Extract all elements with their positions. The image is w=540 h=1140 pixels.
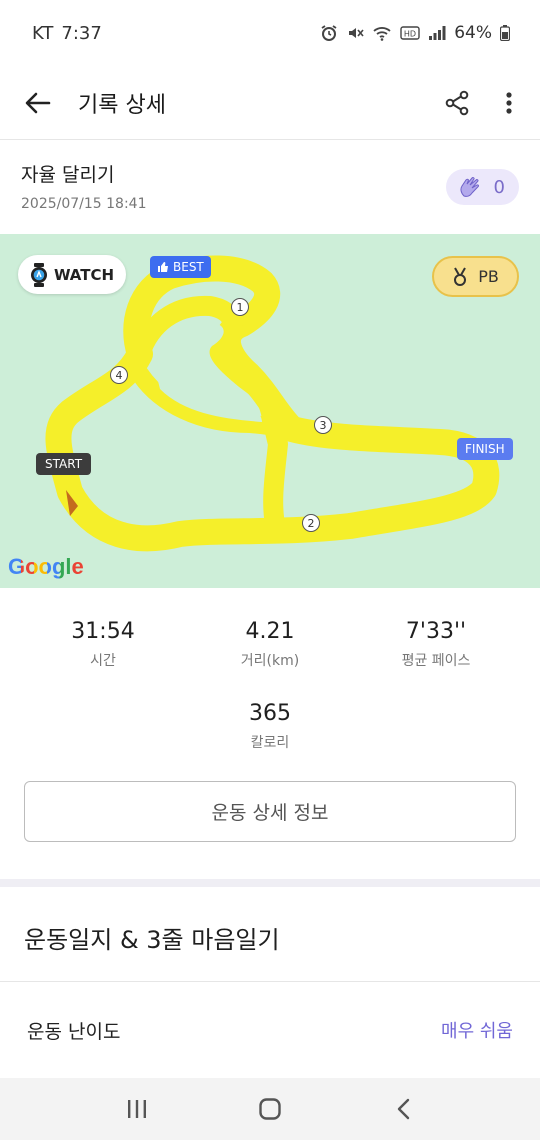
watch-label: WATCH [53,265,115,284]
start-tag: START [36,453,92,475]
distance-label: 거리(km) [240,653,300,669]
battery-percent: 64% [454,23,492,43]
share-button[interactable] [438,84,476,122]
journal-section-title: 운동일지 & 3줄 마음일기 [24,926,280,954]
clap-icon [460,177,479,197]
page-title: 기록 상세 [78,92,166,118]
finish-tag: FINISH [457,438,513,460]
google-attribution-text: Google [8,554,84,579]
pace-label: 평균 페이스 [401,653,471,669]
difficulty-value: 매우 쉬움 [441,1021,513,1042]
run-datetime: 2025/07/15 18:41 [21,196,147,212]
km-marker-1: 1 [231,298,249,316]
recent-apps-icon [127,1100,146,1118]
section-divider [0,879,540,887]
stats-panel: 31:54 시간 4.21 거리(km) 7'33'' 평균 페이스 365 칼… [0,588,540,780]
signal-icon [429,26,446,40]
time-value: 31:54 [71,619,135,644]
run-title: 자율 달리기 [21,164,115,186]
km-marker-3: 3 [314,416,332,434]
chevron-left-icon [398,1098,410,1120]
mute-icon [349,28,364,38]
pace-value: 7'33'' [405,619,467,644]
arrow-left-icon [25,92,51,113]
clap-count: 0 [493,176,505,198]
back-button[interactable] [18,83,58,123]
stat-distance: 4.21 거리(km) [185,619,355,670]
record-info: 자율 달리기 2025/07/15 18:41 0 [0,141,540,233]
time-label: 시간 [90,653,116,669]
distance-value: 4.21 [245,619,295,644]
system-nav-bar [0,1078,540,1140]
app-header: 기록 상세 [0,66,540,140]
calories-value: 365 [249,701,291,726]
home-icon [259,1098,281,1120]
difficulty-label: 운동 난이도 [27,1020,121,1043]
carrier-label: KT [32,22,54,44]
stat-pace: 7'33'' 평균 페이스 [351,619,521,670]
workout-detail-button[interactable]: 운동 상세 정보 [24,781,516,842]
recent-apps-button[interactable] [107,1084,167,1134]
home-button[interactable] [240,1084,300,1134]
pb-badge[interactable]: PB [432,256,519,297]
watch-icon [30,262,47,287]
status-bar: KT 7:37 HD 64% [0,0,540,66]
medal-icon [454,267,467,286]
system-back-button[interactable] [373,1084,433,1134]
alarm-icon [321,25,337,41]
route-map[interactable]: WATCH BEST PB 1 2 3 4 START FINISH Googl… [0,234,540,588]
thumbs-up-icon [158,262,168,272]
best-label: BEST [173,260,204,274]
watch-badge: WATCH [18,255,126,294]
stat-calories: 365 칼로리 [185,701,355,752]
battery-icon [500,25,510,41]
km-marker-4: 4 [110,366,128,384]
best-tag: BEST [150,256,211,278]
km-marker-2: 2 [302,514,320,532]
status-left: KT 7:37 [32,23,102,44]
pb-label: PB [478,267,499,286]
status-icons: HD 64% [320,23,510,43]
share-icon [445,90,469,115]
more-options-button[interactable] [490,84,528,122]
wifi-icon [373,27,391,41]
hd-icon: HD [400,26,420,40]
google-attribution: Google [8,554,84,580]
stat-time: 31:54 시간 [18,619,188,670]
difficulty-row[interactable]: 운동 난이도 매우 쉬움 [0,1000,540,1060]
svg-text:HD: HD [404,30,416,39]
journal-separator [0,981,540,982]
clock: 7:37 [61,22,102,44]
calories-label: 칼로리 [250,735,290,751]
header-actions [438,84,528,122]
more-vertical-icon [506,91,512,114]
clap-button[interactable]: 0 [446,169,519,205]
